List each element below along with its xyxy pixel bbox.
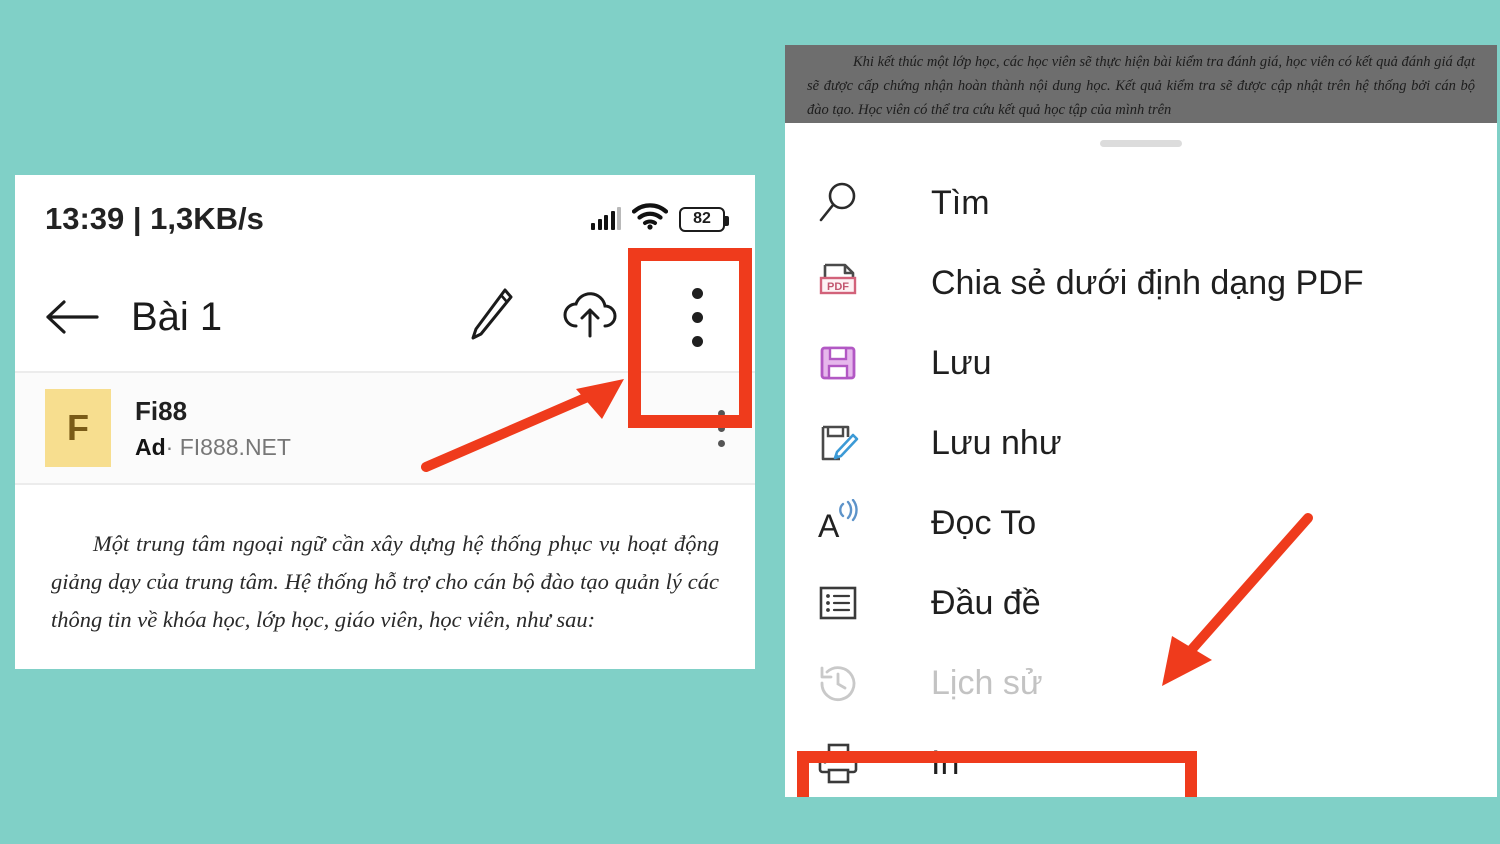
menu-item-search[interactable]: Tìm xyxy=(785,163,1497,243)
signal-bars-icon xyxy=(591,207,621,230)
menu-item-history: Lịch sử xyxy=(785,643,1497,723)
status-indicators: 82 xyxy=(591,203,729,235)
ad-title: Fi88 xyxy=(135,395,188,426)
page-title: Bài 1 xyxy=(131,294,223,339)
save-as-icon xyxy=(807,419,869,467)
kebab-highlight-box xyxy=(628,248,752,428)
dimmed-paragraph: Khi kết thúc một lớp học, các học viên s… xyxy=(807,54,1475,118)
ad-badge: Ad xyxy=(135,433,166,460)
menu-item-label: In xyxy=(931,743,960,782)
search-icon xyxy=(807,179,869,227)
dimmed-document-preview: Khi kết thúc một lớp học, các học viên s… xyxy=(785,45,1497,123)
menu-list: Tìm PDF Chia sẻ dưới định dạng PDF Lưu L… xyxy=(785,163,1497,797)
back-arrow-icon[interactable] xyxy=(43,297,101,337)
share-pdf-icon: PDF xyxy=(807,259,869,307)
menu-item-print[interactable]: In xyxy=(785,723,1497,797)
document-paragraph: Một trung tâm ngoại ngữ cần xây dựng hệ … xyxy=(51,531,719,632)
ad-subtitle: Ad· FI888.NET xyxy=(135,434,291,461)
ad-text-block: Fi88 Ad· FI888.NET xyxy=(135,396,291,461)
options-menu-sheet: Khi kết thúc một lớp học, các học viên s… xyxy=(785,45,1497,797)
ad-separator: · xyxy=(165,433,174,460)
outline-list-icon xyxy=(807,579,869,627)
menu-item-label: Đọc To xyxy=(931,503,1037,542)
menu-item-label: Lưu như xyxy=(931,423,1062,462)
save-floppy-icon xyxy=(807,339,869,387)
sheet-drag-handle[interactable] xyxy=(1100,140,1182,147)
battery-icon: 82 xyxy=(679,206,729,232)
menu-item-save[interactable]: Lưu xyxy=(785,323,1497,403)
menu-item-label: Chia sẻ dưới định dạng PDF xyxy=(931,263,1364,302)
status-clock-and-datarate: 13:39 | 1,3KB/s xyxy=(45,201,264,236)
arrow-to-kebab-icon xyxy=(421,379,624,472)
history-icon xyxy=(807,659,869,707)
arrow-to-print-icon xyxy=(1162,513,1313,686)
menu-item-label: Tìm xyxy=(931,183,990,222)
menu-item-share-pdf[interactable]: PDF Chia sẻ dưới định dạng PDF xyxy=(785,243,1497,323)
menu-item-label: Lịch sử xyxy=(931,663,1043,702)
menu-item-save-as[interactable]: Lưu như xyxy=(785,403,1497,483)
read-aloud-icon: A xyxy=(807,499,869,547)
pencil-icon[interactable] xyxy=(465,284,517,351)
battery-level: 82 xyxy=(693,210,711,227)
menu-item-label: Lưu xyxy=(931,343,992,382)
svg-text:PDF: PDF xyxy=(827,281,849,293)
ad-domain: FI888.NET xyxy=(179,433,291,460)
wifi-icon xyxy=(631,203,669,235)
menu-item-outline[interactable]: Đầu đề xyxy=(785,563,1497,643)
document-body: Một trung tâm ngoại ngữ cần xây dựng hệ … xyxy=(15,495,755,639)
svg-text:A: A xyxy=(818,508,840,544)
cloud-upload-icon[interactable] xyxy=(559,286,621,349)
printer-icon xyxy=(807,739,869,787)
menu-item-read-aloud[interactable]: A Đọc To xyxy=(785,483,1497,563)
ad-logo: F xyxy=(45,389,111,467)
menu-item-label: Đầu đề xyxy=(931,583,1041,622)
